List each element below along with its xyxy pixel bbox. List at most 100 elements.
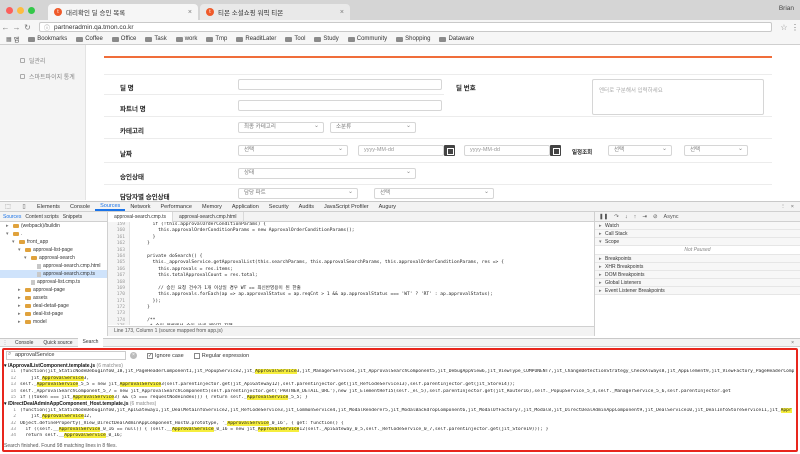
close-tab-icon[interactable]: × xyxy=(188,9,192,16)
step-into-icon[interactable]: ↓ xyxy=(625,214,628,220)
bookmark-folder[interactable]: ReaditLater xyxy=(236,36,276,42)
devtools-tab-audits[interactable]: Audits xyxy=(294,204,319,210)
step-out-icon[interactable]: ↑ xyxy=(634,214,637,220)
reload-icon[interactable]: ↻ xyxy=(22,23,33,32)
tree-folder[interactable]: ▾. xyxy=(0,230,107,238)
calendar-icon[interactable] xyxy=(444,145,455,156)
deal-number-textarea[interactable]: 엔터로 구분해서 입력하세요 xyxy=(592,79,764,115)
debugger-pane-header[interactable]: ▸ Event Listener Breakpoints xyxy=(595,287,800,295)
bookmark-folder[interactable]: Coffee xyxy=(76,36,103,42)
browser-menu-icon[interactable]: ⋮ xyxy=(790,23,800,32)
devtools-tab-security[interactable]: Security xyxy=(264,204,294,210)
async-checkbox-label[interactable]: Async xyxy=(664,214,679,220)
devtools-tab-elements[interactable]: Elements xyxy=(32,204,65,210)
navigator-tab-sources[interactable]: Sources xyxy=(3,214,21,220)
drawer-close-icon[interactable]: × xyxy=(791,340,800,346)
debugger-pane-header[interactable]: ▸ Global Listeners xyxy=(595,279,800,287)
approval-state-select[interactable]: 상태 xyxy=(238,168,416,179)
bookmark-star-icon[interactable]: ☆ xyxy=(778,23,790,32)
devtools-menu-icon[interactable]: ⋮ xyxy=(780,204,786,210)
tree-folder[interactable]: ▾ approval-search xyxy=(0,254,107,262)
tree-folder[interactable]: ▸ deal-detail-page xyxy=(0,302,107,310)
debugger-pane-header[interactable]: ▸ DOM Breakpoints xyxy=(595,271,800,279)
drawer-menu-icon[interactable]: ⋮ xyxy=(0,340,10,346)
tree-file[interactable]: approval-list.cmp.ts xyxy=(0,278,107,286)
devtools-tab-console[interactable]: Console xyxy=(65,204,95,210)
minimize-window-icon[interactable] xyxy=(17,7,24,14)
browser-tab[interactable]: t 티몬 소셜쇼핑 워픽 티몬 × xyxy=(200,4,350,20)
date-from-input[interactable]: yyyy-MM-dd xyxy=(358,145,444,156)
pause-icon[interactable]: ❚❚ xyxy=(599,214,608,220)
expanded-arrow-icon[interactable]: ▾ xyxy=(24,255,29,261)
manager-select[interactable]: 선택 xyxy=(374,188,494,199)
bookmark-folder[interactable]: Tmp xyxy=(206,36,227,42)
url-input[interactable]: ⓘ partneradmin.qa.tmon.co.kr xyxy=(39,22,772,32)
navigator-tab-snippets[interactable]: Snippets xyxy=(63,214,82,220)
search-result-line[interactable]: 34 return self.__ApprovalService_0_16; xyxy=(4,433,794,439)
date-to-input[interactable]: yyyy-MM-dd xyxy=(464,145,550,156)
deactivate-breakpoints-icon[interactable]: ⊘ xyxy=(653,214,658,220)
expanded-arrow-icon[interactable]: ▾ xyxy=(12,239,17,245)
inspect-element-icon[interactable]: ⬚ xyxy=(0,203,16,210)
ignore-case-checkbox[interactable]: ✓ xyxy=(147,352,153,359)
close-tab-icon[interactable]: × xyxy=(340,9,344,16)
line-number[interactable]: 175 xyxy=(108,324,130,325)
collapsed-arrow-icon[interactable]: ▸ xyxy=(6,223,11,229)
bookmark-apps[interactable]: ▦ 앱 xyxy=(6,35,19,44)
tree-folder[interactable]: ▾ approval-list-page xyxy=(0,246,107,254)
devtools-close-icon[interactable]: × xyxy=(791,204,794,210)
tree-folder[interactable]: ▸ deal-list-page xyxy=(0,310,107,318)
bookmark-folder[interactable]: Community xyxy=(347,36,387,42)
page-info-icon[interactable]: ⓘ xyxy=(44,23,50,32)
devtools-tab-sources[interactable]: Sources xyxy=(95,203,126,211)
devtools-tab-memory[interactable]: Memory xyxy=(197,204,227,210)
forward-icon[interactable]: → xyxy=(11,23,22,32)
profile-name[interactable]: Brian xyxy=(779,5,794,12)
clear-search-icon[interactable]: × xyxy=(130,352,137,359)
regex-checkbox[interactable] xyxy=(193,352,200,359)
collapsed-arrow-icon[interactable]: ▸ xyxy=(18,287,23,293)
editor-tab-ts[interactable]: approval-search.cmp.ts xyxy=(108,211,173,222)
collapsed-arrow-icon[interactable]: ▸ xyxy=(18,311,23,317)
collapsed-arrow-icon[interactable]: ▸ xyxy=(18,295,23,301)
debugger-pane-header[interactable]: ▸ Breakpoints xyxy=(595,255,800,263)
expanded-arrow-icon[interactable]: ▾ xyxy=(18,247,23,253)
close-window-icon[interactable] xyxy=(6,7,13,14)
tree-folder[interactable]: ▾ front_app xyxy=(0,238,107,246)
debugger-pane-header[interactable]: ▾ Scope xyxy=(595,238,800,246)
browser-tab-active[interactable]: t 대리확인 딜 승인 목록 × xyxy=(48,4,198,20)
bookmark-folder[interactable]: Shopping xyxy=(396,36,430,42)
tree-folder[interactable]: ▸ model xyxy=(0,318,107,326)
drawer-tab-console[interactable]: Console xyxy=(10,340,38,346)
bookmark-folder[interactable]: work xyxy=(175,36,197,42)
sidebar-item-smart-stats[interactable]: 스마트파이지 통계 xyxy=(0,69,85,83)
drawer-tab-search[interactable]: Search xyxy=(77,338,104,347)
deal-name-input[interactable] xyxy=(238,79,442,90)
devtools-tab-application[interactable]: Application xyxy=(227,204,264,210)
devtools-tab-network[interactable]: Network xyxy=(125,204,155,210)
devtools-tab-performance[interactable]: Performance xyxy=(155,204,197,210)
device-toolbar-icon[interactable]: ▯ xyxy=(16,203,32,210)
tree-folder[interactable]: ▸ approval-page xyxy=(0,286,107,294)
sidebar-item-deal-management[interactable]: 딜관리 xyxy=(0,53,85,67)
tree-folder[interactable]: ▸ assets xyxy=(0,294,107,302)
partner-name-input[interactable] xyxy=(238,100,442,111)
manager-part-select[interactable]: 담당 파트 xyxy=(238,188,358,199)
devtools-tab-augury[interactable]: Augury xyxy=(374,204,401,210)
search-result-line[interactable]: 11 (function(jit_StaticNodeDebugInfo0_18,… xyxy=(4,369,794,375)
bookmark-folder[interactable]: Tool xyxy=(285,36,305,42)
devtools-tab-js-profiler[interactable]: JavaScript Profiler xyxy=(319,204,374,210)
hour-select-to[interactable]: 선택 xyxy=(684,145,748,156)
ignore-case-option[interactable]: ✓ Ignore case xyxy=(147,352,184,359)
bookmark-folder[interactable]: Bookmarks xyxy=(28,36,67,42)
maximize-window-icon[interactable] xyxy=(28,7,35,14)
bookmark-folder[interactable]: Task xyxy=(145,36,167,42)
code-area[interactable]: 159 if (!this.approvalOrderConditionPara… xyxy=(108,222,594,325)
back-icon[interactable]: ← xyxy=(0,23,11,32)
search-input[interactable]: approvalService xyxy=(6,351,126,360)
debugger-pane-header[interactable]: ▸ Call Stack xyxy=(595,230,800,238)
bookmark-folder[interactable]: Dataware xyxy=(439,36,474,42)
tree-folder[interactable]: ▸ (webpack)/buildin xyxy=(0,222,107,230)
category-select-top[interactable]: 최종 카테고리 xyxy=(238,122,324,133)
tree-file[interactable]: approval-search.cmp.ts xyxy=(0,270,107,278)
